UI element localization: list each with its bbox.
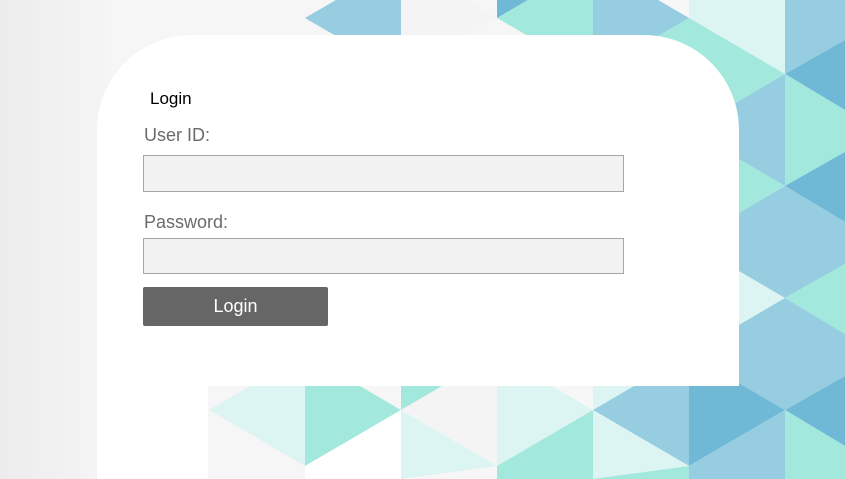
user-id-label: User ID: — [144, 125, 211, 145]
password-label: Password: — [144, 212, 229, 232]
login-title: Login — [150, 89, 192, 108]
login-card-lower — [97, 386, 208, 479]
login-button[interactable]: Login — [143, 287, 328, 326]
user-id-input[interactable] — [143, 155, 624, 192]
password-input[interactable] — [143, 238, 624, 274]
login-card — [97, 35, 739, 386]
